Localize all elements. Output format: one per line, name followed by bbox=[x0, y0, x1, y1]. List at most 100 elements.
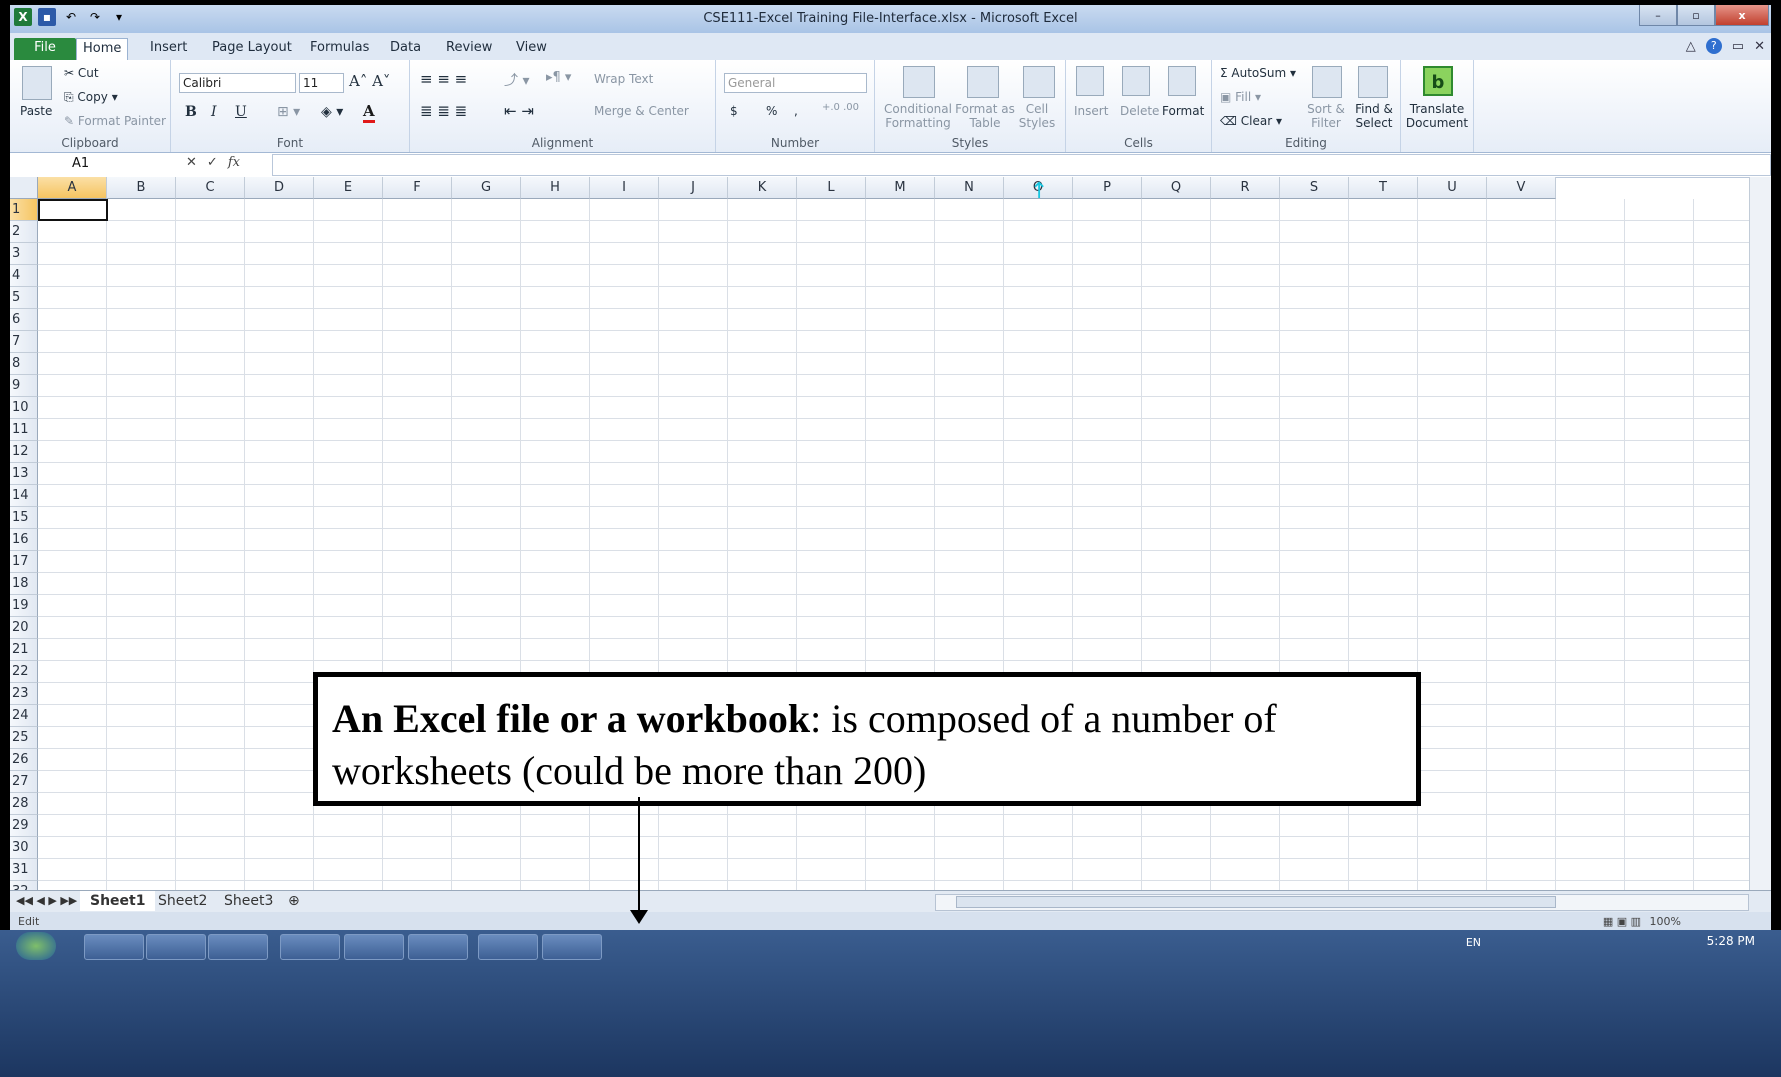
row-header[interactable]: 23 bbox=[10, 683, 38, 705]
font-size-select[interactable]: 11 bbox=[299, 73, 344, 93]
paste-icon[interactable] bbox=[22, 66, 52, 100]
view-buttons[interactable]: ▦ ▣ ▥ bbox=[1603, 915, 1641, 928]
find-select-button[interactable]: Find & Select bbox=[1352, 102, 1396, 130]
format-button[interactable]: Format bbox=[1162, 104, 1204, 118]
row-header[interactable]: 12 bbox=[10, 441, 38, 463]
row-header[interactable]: 24 bbox=[10, 705, 38, 727]
bold-button[interactable]: B bbox=[185, 104, 197, 120]
formula-input[interactable] bbox=[272, 154, 1771, 176]
enter-icon[interactable]: ✓ bbox=[207, 155, 218, 170]
taskbar-app-icon[interactable] bbox=[208, 934, 268, 960]
column-header[interactable]: M bbox=[866, 177, 935, 199]
font-name-select[interactable]: Calibri bbox=[179, 73, 296, 93]
column-header[interactable]: H bbox=[521, 177, 590, 199]
format-painter-button[interactable]: ✎ Format Painter bbox=[64, 114, 166, 128]
row-header[interactable]: 5 bbox=[10, 287, 38, 309]
row-header[interactable]: 11 bbox=[10, 419, 38, 441]
column-header[interactable]: L bbox=[797, 177, 866, 199]
conditional-formatting-button[interactable]: Conditional Formatting bbox=[883, 102, 953, 130]
insert-function-button[interactable]: fx bbox=[228, 155, 240, 170]
tab-data[interactable]: Data bbox=[384, 38, 427, 60]
row-header[interactable]: 6 bbox=[10, 309, 38, 331]
clock[interactable]: 5:28 PM bbox=[1707, 934, 1755, 948]
cut-button[interactable]: ✂ Cut bbox=[64, 66, 99, 80]
column-header[interactable]: C bbox=[176, 177, 245, 199]
column-header[interactable]: B bbox=[107, 177, 176, 199]
translate-icon[interactable]: b bbox=[1423, 66, 1453, 96]
tab-view[interactable]: View bbox=[510, 38, 553, 60]
orientation-icon[interactable]: ⤴ ▾ bbox=[504, 70, 529, 90]
horizontal-scroll-thumb[interactable] bbox=[956, 896, 1556, 908]
merge-center-button[interactable]: Merge & Center bbox=[594, 104, 689, 118]
copy-button[interactable]: ⎘ Copy ▾ bbox=[64, 90, 118, 105]
delete-cells-icon[interactable] bbox=[1122, 66, 1150, 96]
sheet-tab-3[interactable]: Sheet3 bbox=[214, 891, 283, 911]
zoom-level[interactable]: 100% bbox=[1650, 915, 1681, 928]
row-header[interactable]: 13 bbox=[10, 463, 38, 485]
row-header[interactable]: 31 bbox=[10, 859, 38, 881]
row-header[interactable]: 7 bbox=[10, 331, 38, 353]
column-header[interactable]: N bbox=[935, 177, 1004, 199]
row-header[interactable]: 21 bbox=[10, 639, 38, 661]
row-header[interactable]: 10 bbox=[10, 397, 38, 419]
sort-filter-button[interactable]: Sort & Filter bbox=[1304, 102, 1348, 130]
row-header[interactable]: 16 bbox=[10, 529, 38, 551]
column-header[interactable]: J bbox=[659, 177, 728, 199]
binoculars-icon[interactable] bbox=[1358, 66, 1388, 98]
borders-icon[interactable]: ⊞ ▾ bbox=[277, 104, 300, 120]
fill-color-icon[interactable]: ◈ ▾ bbox=[321, 104, 343, 120]
percent-button[interactable]: % bbox=[766, 104, 777, 118]
clear-button[interactable]: ⌫ Clear ▾ bbox=[1220, 114, 1282, 128]
sheet-tab-1[interactable]: Sheet1 bbox=[80, 891, 156, 911]
row-header[interactable]: 2 bbox=[10, 221, 38, 243]
horizontal-align-icons[interactable]: ≣ ≣ ≣ bbox=[420, 102, 467, 120]
translate-document-button[interactable]: Translate Document bbox=[1405, 102, 1469, 130]
currency-button[interactable]: $ bbox=[730, 104, 738, 118]
tab-formulas[interactable]: Formulas bbox=[304, 38, 375, 60]
paragraph-icon[interactable]: ▸¶ ▾ bbox=[546, 70, 571, 85]
row-header[interactable]: 22 bbox=[10, 661, 38, 683]
vertical-align-icons[interactable]: ≡ ≡ ≡ bbox=[420, 70, 467, 88]
taskbar-chrome-icon[interactable] bbox=[344, 934, 404, 960]
row-header[interactable]: 9 bbox=[10, 375, 38, 397]
active-cell[interactable] bbox=[38, 199, 108, 221]
tab-file[interactable]: File bbox=[14, 38, 76, 60]
row-header[interactable]: 30 bbox=[10, 837, 38, 859]
sort-filter-icon[interactable] bbox=[1312, 66, 1342, 98]
tab-home[interactable]: Home bbox=[76, 38, 129, 61]
underline-button[interactable]: U bbox=[235, 104, 247, 120]
row-header[interactable]: 1 bbox=[10, 199, 38, 221]
name-box[interactable]: A1 bbox=[12, 155, 180, 173]
font-color-button[interactable]: A bbox=[363, 102, 375, 123]
delete-button[interactable]: Delete bbox=[1120, 104, 1159, 118]
format-as-table-button[interactable]: Format as Table bbox=[955, 102, 1015, 130]
row-header[interactable]: 18 bbox=[10, 573, 38, 595]
row-header[interactable]: 17 bbox=[10, 551, 38, 573]
horizontal-scrollbar[interactable] bbox=[935, 894, 1749, 911]
row-header[interactable]: 14 bbox=[10, 485, 38, 507]
italic-button[interactable]: I bbox=[211, 104, 217, 120]
cancel-icon[interactable]: ✕ bbox=[186, 155, 197, 170]
column-header[interactable]: P bbox=[1073, 177, 1142, 199]
taskbar-pdf-icon[interactable] bbox=[542, 934, 602, 960]
indent-icons[interactable]: ⇤ ⇥ bbox=[504, 102, 534, 120]
close-workbook-icon[interactable]: ✕ bbox=[1754, 39, 1765, 54]
row-header[interactable]: 32 bbox=[10, 881, 38, 890]
comma-button[interactable]: , bbox=[794, 104, 798, 118]
grow-font-icon[interactable]: A˄ A˅ bbox=[349, 72, 390, 90]
maximize-button[interactable]: ▫ bbox=[1677, 5, 1715, 26]
vertical-scrollbar[interactable] bbox=[1749, 177, 1771, 890]
row-header[interactable]: 28 bbox=[10, 793, 38, 815]
column-header[interactable]: S bbox=[1280, 177, 1349, 199]
row-header[interactable]: 4 bbox=[10, 265, 38, 287]
tab-page-layout[interactable]: Page Layout bbox=[206, 38, 298, 60]
start-button[interactable] bbox=[16, 932, 56, 960]
row-header[interactable]: 3 bbox=[10, 243, 38, 265]
tab-review[interactable]: Review bbox=[440, 38, 498, 60]
decimal-icons[interactable]: +.0 .00 bbox=[822, 102, 859, 113]
row-header[interactable]: 27 bbox=[10, 771, 38, 793]
conditional-formatting-icon[interactable] bbox=[903, 66, 935, 98]
close-button[interactable]: x bbox=[1715, 5, 1769, 26]
insert-sheet-icon[interactable]: ⊕ bbox=[278, 891, 310, 911]
help-icon[interactable]: ? bbox=[1705, 38, 1722, 54]
